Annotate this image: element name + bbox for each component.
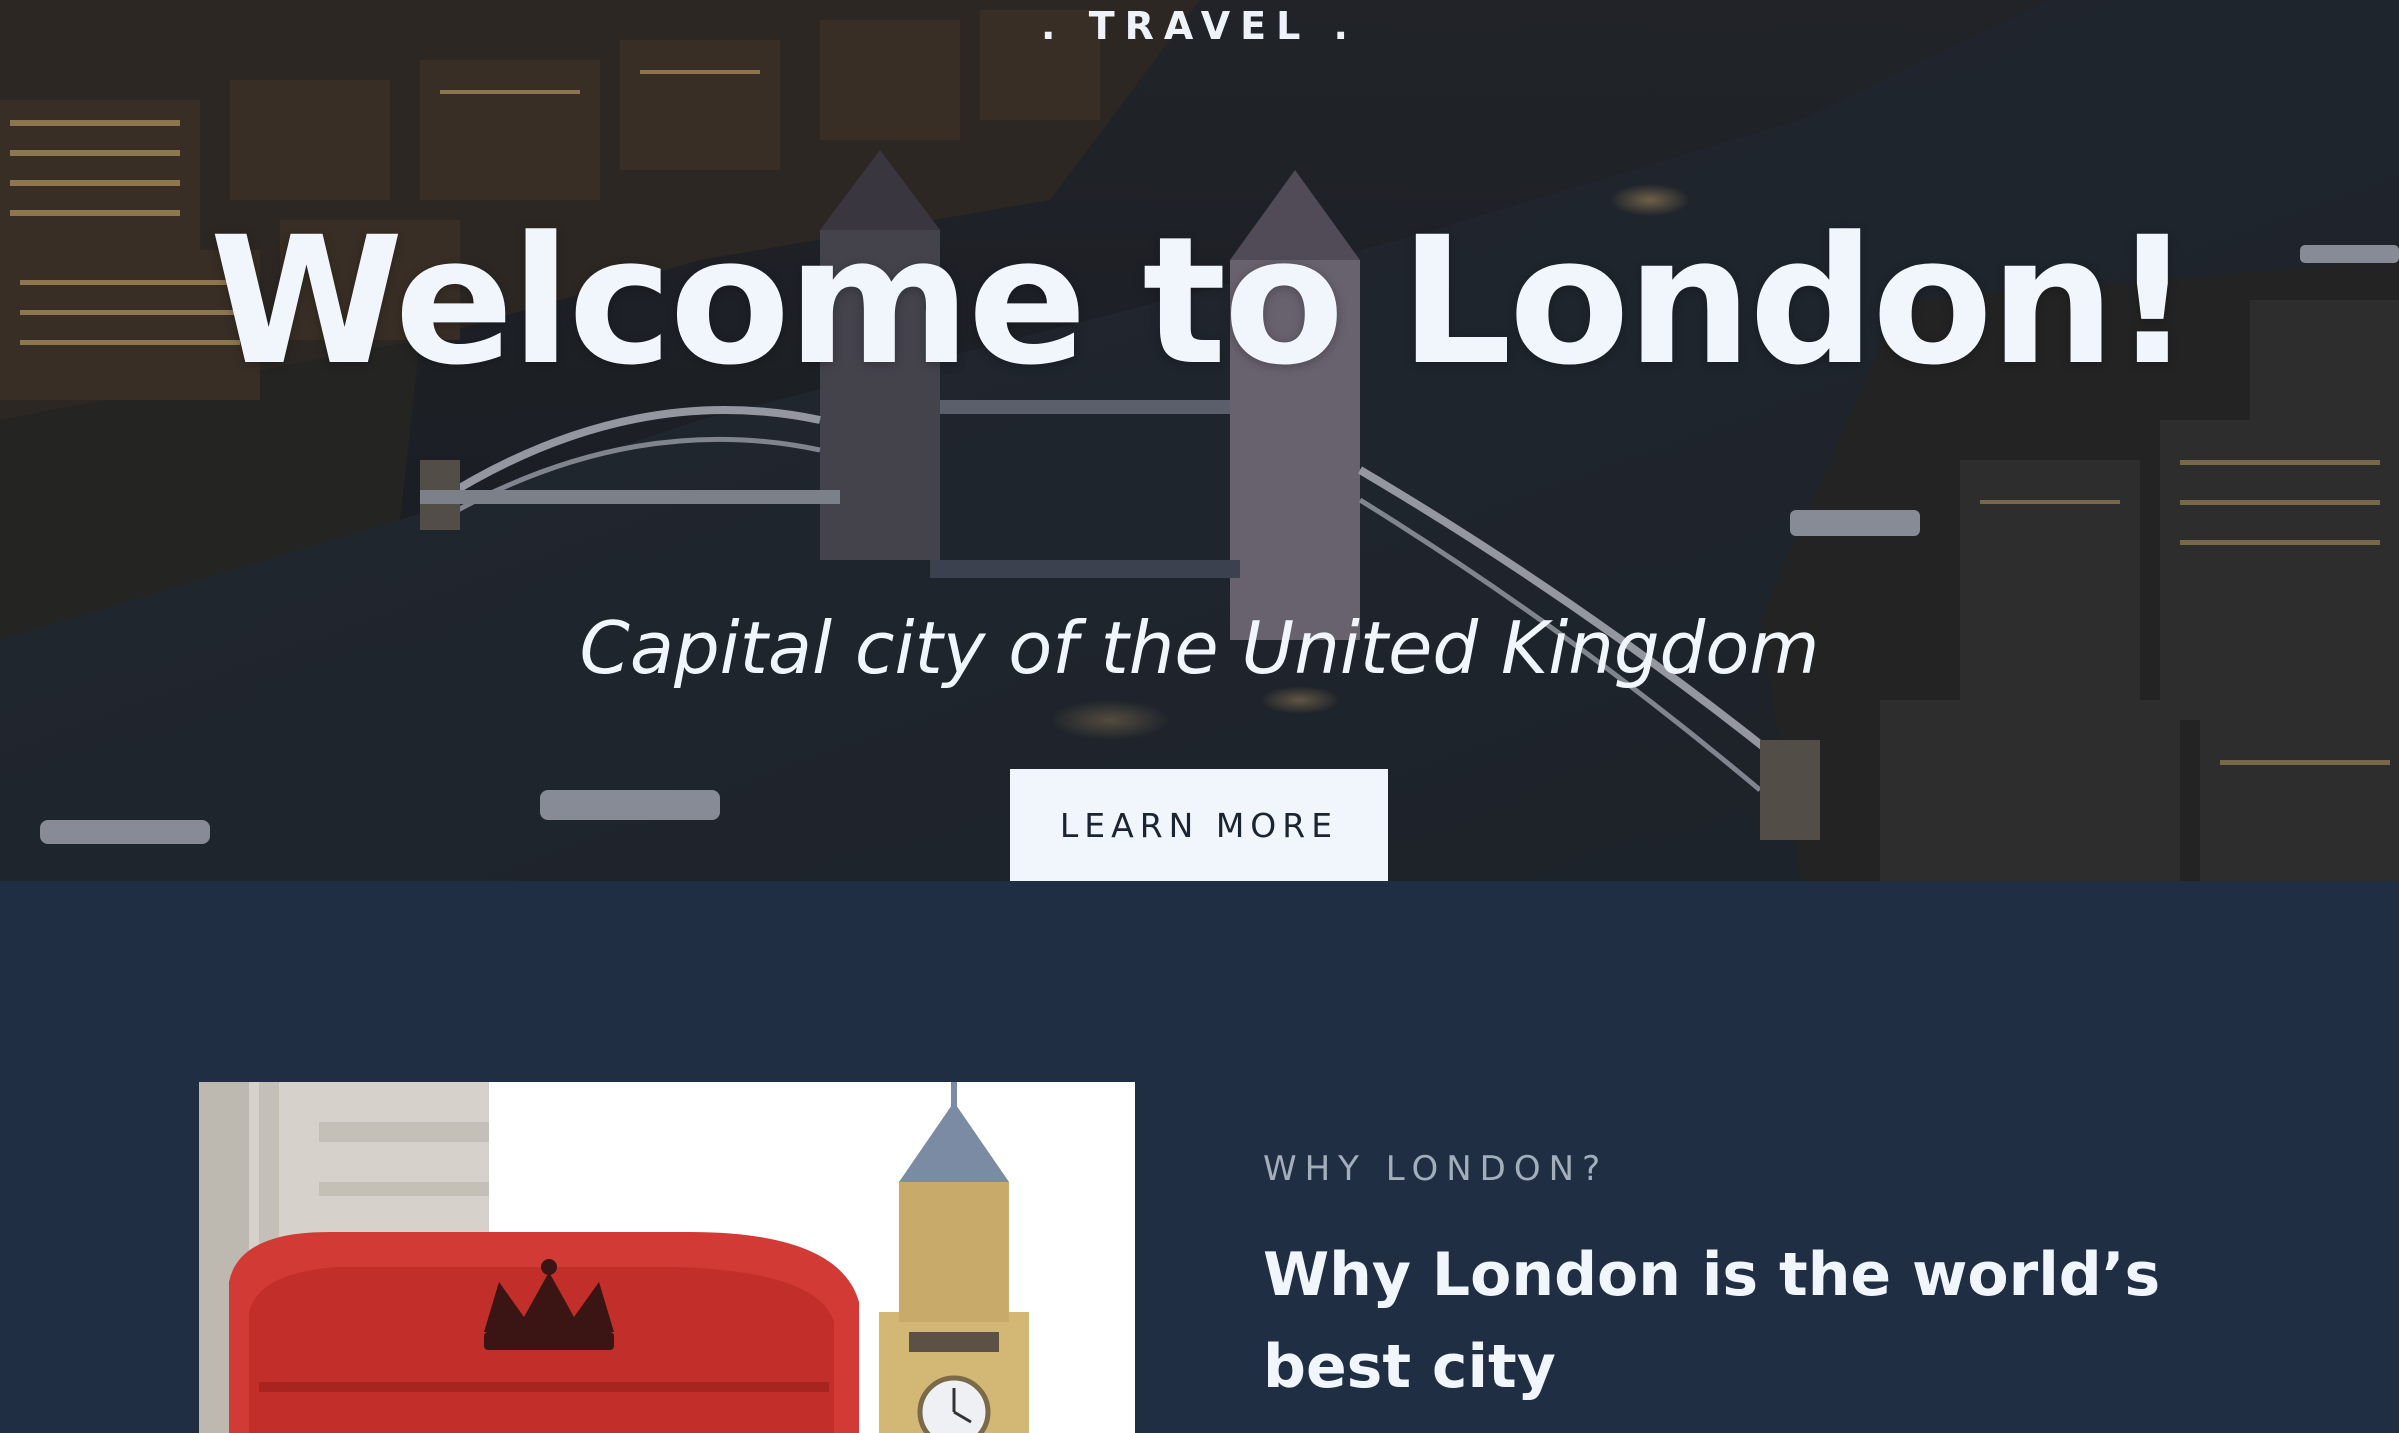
category-label: . TRAVEL .: [1041, 4, 1358, 48]
learn-more-button[interactable]: LEARN MORE: [1010, 769, 1388, 881]
hero-banner: . TRAVEL . Welcome to London! Capital ci…: [0, 0, 2399, 881]
section-heading: Why London is the world’s best city: [1263, 1240, 2161, 1402]
hero-overlay: [0, 0, 2399, 881]
hero-title: Welcome to London!: [209, 199, 2193, 404]
why-london-section: WHY LONDON? Why London is the world’s be…: [0, 881, 2399, 1433]
hero-subtitle: Capital city of the United Kingdom: [579, 606, 1820, 690]
phone-box-photo: [199, 1082, 1135, 1433]
section-kicker: WHY LONDON?: [1263, 1149, 1609, 1189]
